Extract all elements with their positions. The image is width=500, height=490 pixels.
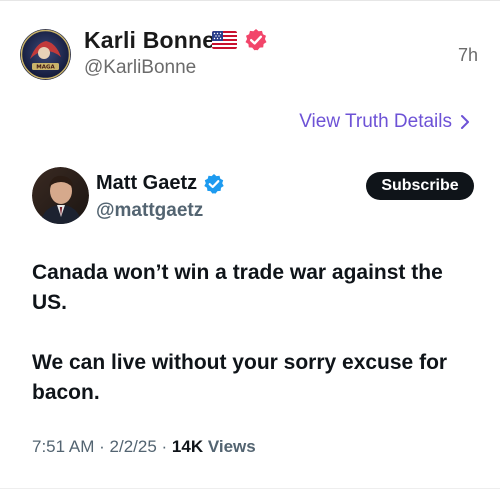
- avatar-text: MAGA: [36, 65, 55, 71]
- chevron-right-icon: [461, 115, 469, 129]
- tweet-author-name-row: Matt Gaetz: [96, 172, 225, 195]
- verified-badge-icon: [244, 28, 268, 52]
- views-count: 14K: [171, 437, 204, 456]
- tweet-meta: 7:51 AM · 2/2/25 · 14K Views: [32, 437, 256, 457]
- tweet-author-handle[interactable]: @mattgaetz: [96, 200, 203, 222]
- bottom-divider: [0, 488, 500, 489]
- truth-social-post: MAGA Karli Bonne’ @KarliBonne 7h View Tr…: [0, 0, 500, 490]
- tweet-date[interactable]: 2/2/25: [110, 437, 157, 456]
- tweet-author-avatar[interactable]: [32, 167, 89, 224]
- author-avatar[interactable]: MAGA: [20, 29, 71, 80]
- tweet-text: Canada won’t win a trade war against the…: [32, 258, 482, 408]
- meta-separator: ·: [161, 437, 168, 456]
- tweet-paragraph-2: We can live without your sorry excuse fo…: [32, 351, 448, 404]
- tweet-paragraph-1: Canada won’t win a trade war against the…: [32, 261, 443, 314]
- post-timestamp: 7h: [457, 45, 478, 65]
- tweet-author-name[interactable]: Matt Gaetz: [96, 172, 197, 195]
- subscribe-button[interactable]: Subscribe: [366, 172, 474, 200]
- view-truth-details-link[interactable]: View Truth Details: [299, 111, 470, 133]
- tweet-time[interactable]: 7:51 AM: [32, 437, 94, 456]
- view-details-label: View Truth Details: [299, 111, 452, 132]
- author-handle[interactable]: @KarliBonne: [84, 57, 196, 79]
- top-divider: [0, 0, 500, 1]
- views-label: Views: [207, 437, 256, 456]
- us-flag-icon: [212, 31, 237, 49]
- meta-separator: ·: [99, 437, 105, 456]
- author-name[interactable]: Karli Bonne’: [84, 27, 222, 54]
- verified-check-icon: [204, 173, 224, 194]
